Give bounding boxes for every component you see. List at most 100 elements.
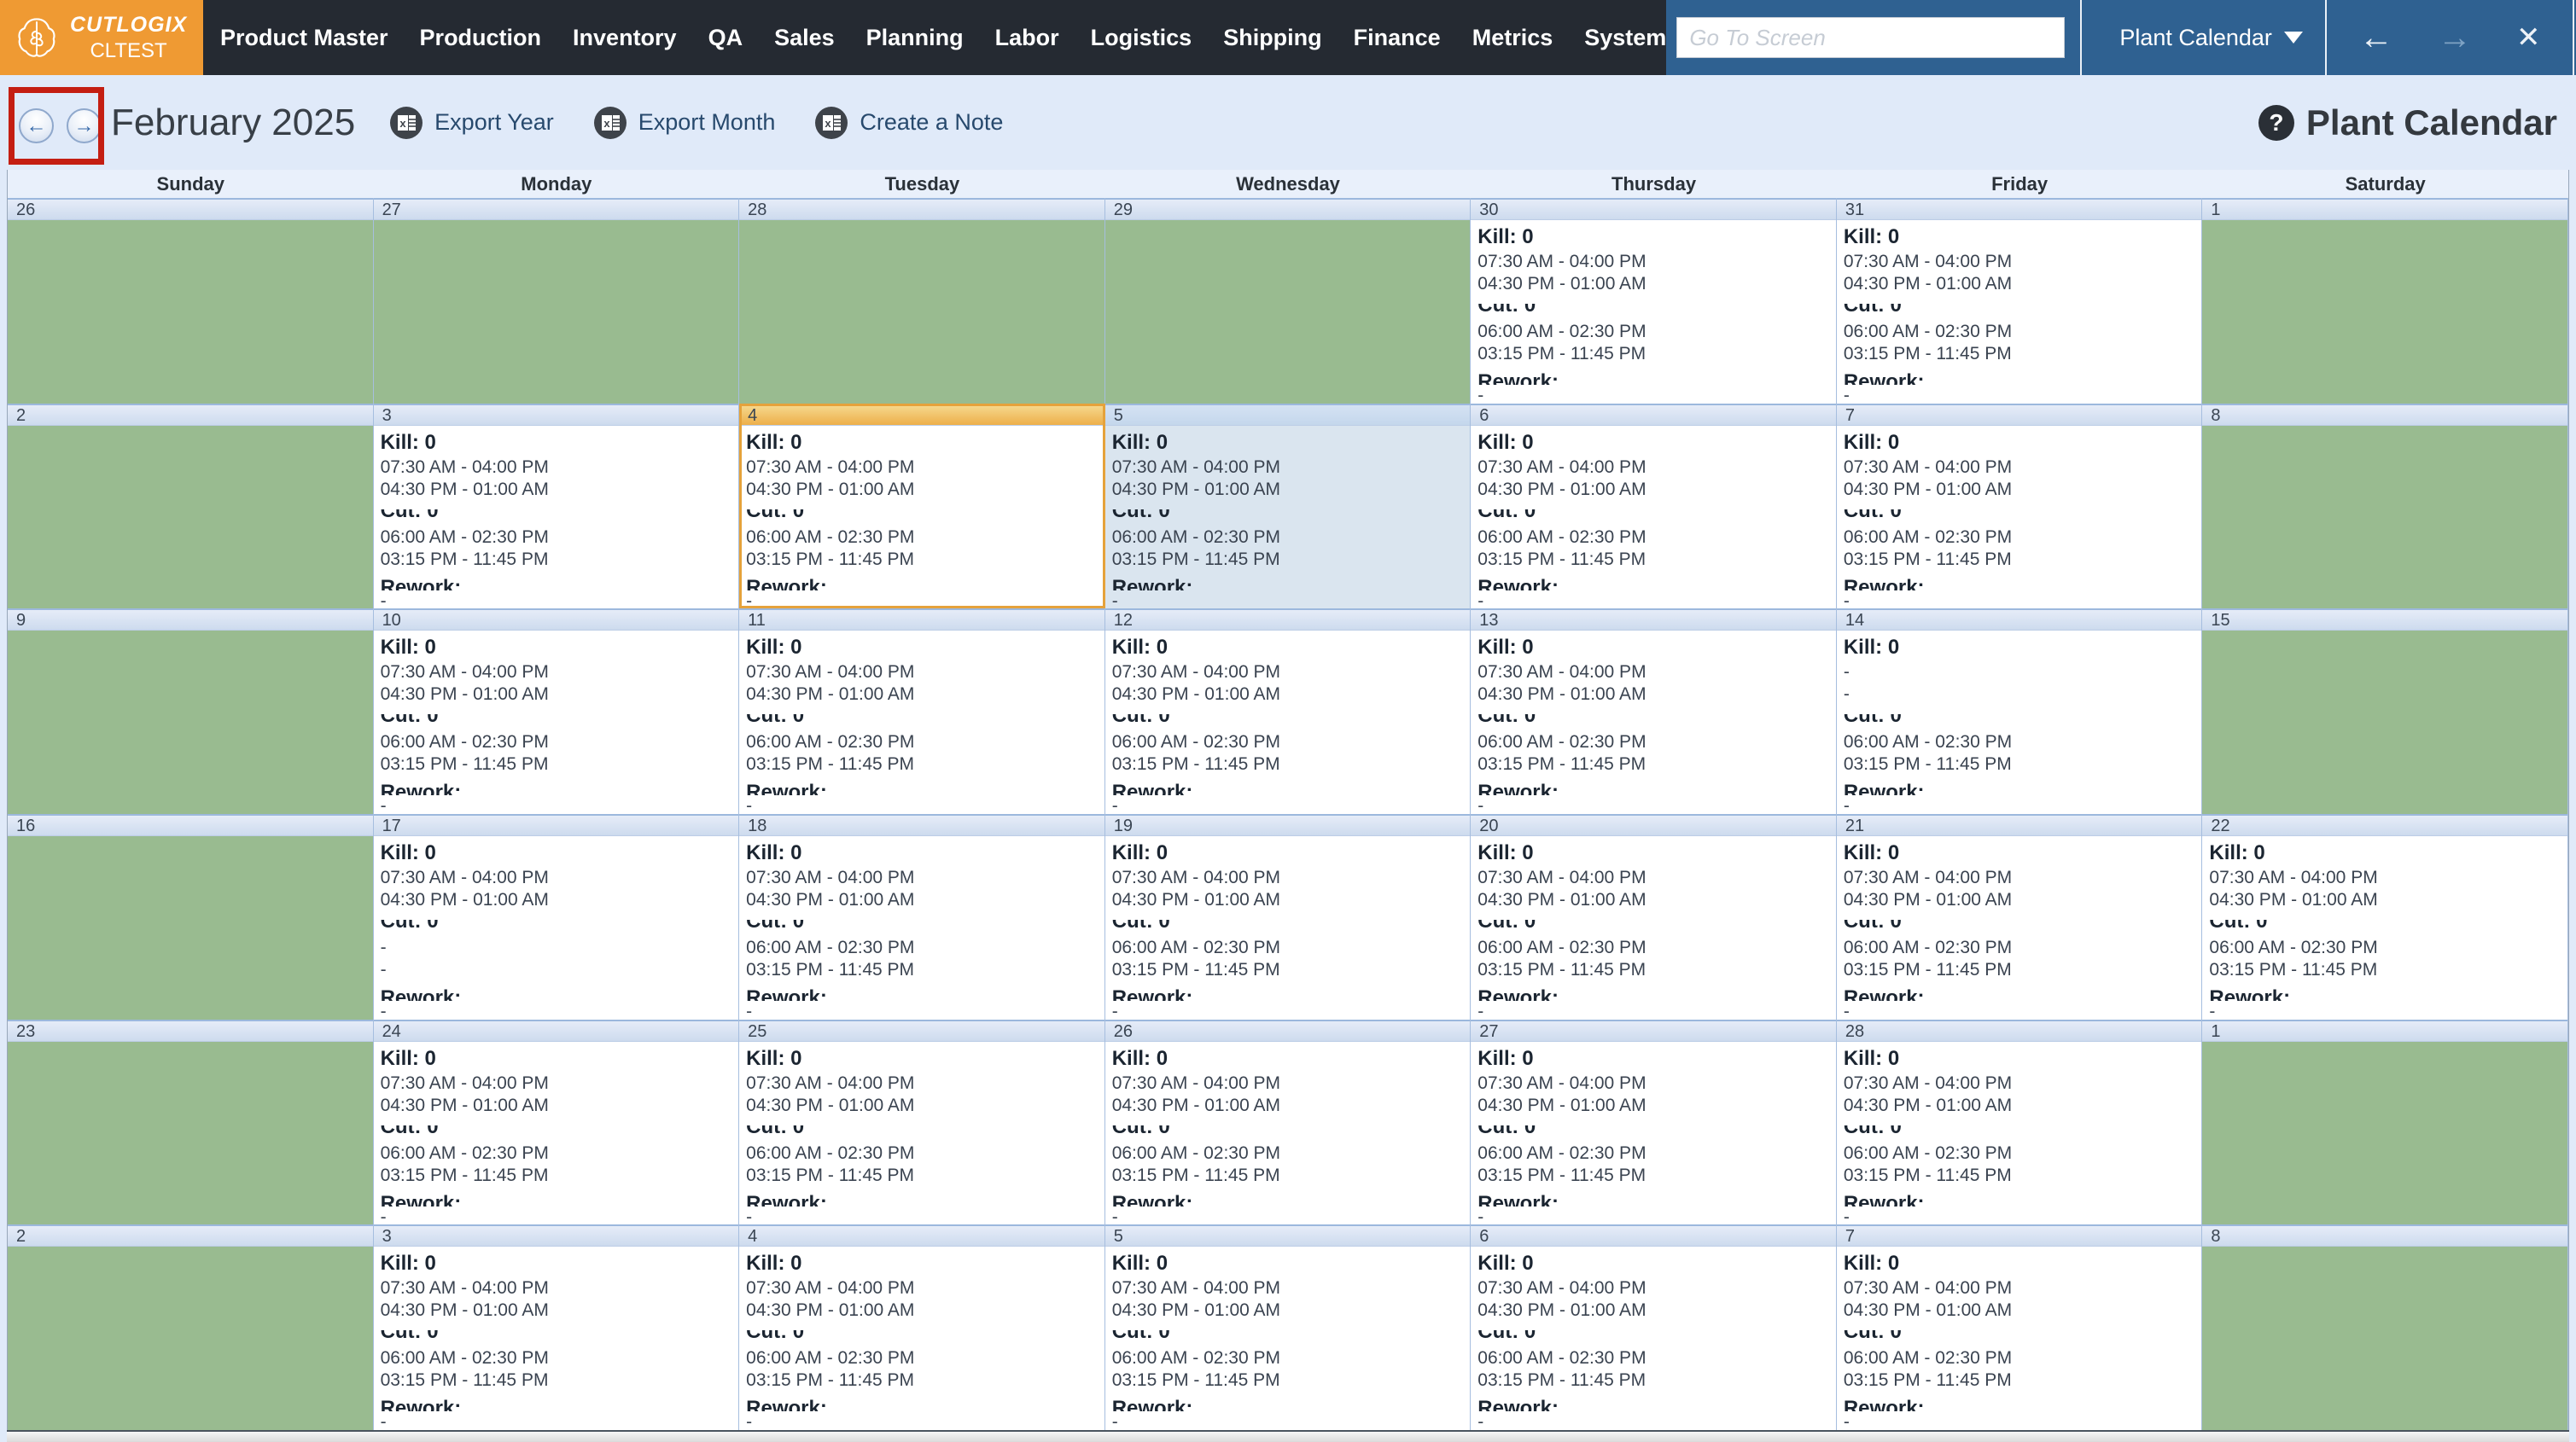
export-year-button[interactable]: x Export Year <box>389 106 554 140</box>
rework-section-label: Rework: <box>1477 986 1831 1001</box>
day-body: Kill: 0 07:30 AM - 04:00 PM 04:30 PM - 01:… <box>1471 225 1836 404</box>
menu-item-finance[interactable]: Finance <box>1354 25 1441 51</box>
calendar-day-cell[interactable]: 16 <box>8 814 374 1020</box>
calendar-day-cell[interactable]: 30 Kill: 0 07:30 AM - 04:00 PM 04:30 PM - 0… <box>1471 198 1837 404</box>
calendar-day-cell[interactable]: 12 Kill: 0 07:30 AM - 04:00 PM 04:30 PM - 0… <box>1104 608 1472 814</box>
kill-section-label: Kill: 0 <box>746 841 802 864</box>
calendar-day-cell[interactable]: 3 Kill: 0 07:30 AM - 04:00 PM 04:30 PM - 01… <box>373 1224 740 1430</box>
calendar-day-cell[interactable]: 7 Kill: 0 07:30 AM - 04:00 PM 04:30 PM - 01… <box>1836 1224 2203 1430</box>
day-header-strip: 25 <box>739 1019 1104 1042</box>
page-title: Plant Calendar <box>2305 102 2557 142</box>
menu-item-product-master[interactable]: Product Master <box>220 25 388 51</box>
history-forward-icon[interactable]: → <box>2438 20 2472 55</box>
calendar-day-cell[interactable]: 15 <box>2202 608 2568 814</box>
menu-item-inventory[interactable]: Inventory <box>573 25 677 51</box>
kill-shift-time: 04:30 PM - 01:00 AM <box>746 1095 915 1115</box>
day-number: 12 <box>1113 611 1133 631</box>
export-month-button[interactable]: x Export Month <box>593 106 775 140</box>
calendar-day-cell[interactable]: 28 Kill: 0 07:30 AM - 04:00 PM 04:30 PM - 0… <box>1836 1019 2203 1225</box>
calendar-day-cell[interactable]: 22 Kill: 0 07:30 AM - 04:00 PM 04:30 PM - 0… <box>2202 814 2568 1020</box>
menu-item-metrics[interactable]: Metrics <box>1472 25 1553 51</box>
horizontal-scrollbar[interactable] <box>7 1430 2569 1442</box>
menu-item-labor[interactable]: Labor <box>995 25 1059 51</box>
calendar-day-cell[interactable]: 20 Kill: 0 07:30 AM - 04:00 PM 04:30 PM - 0… <box>1471 814 1837 1020</box>
calendar-day-cell[interactable]: 23 <box>8 1019 374 1225</box>
kill-shift-time: 07:30 AM - 04:00 PM <box>746 662 915 683</box>
calendar-day-cell[interactable]: 6 Kill: 0 07:30 AM - 04:00 PM 04:30 PM - 01… <box>1471 403 1837 609</box>
calendar-day-cell[interactable]: 2 <box>8 403 374 609</box>
rework-label-text: Rework: <box>1477 370 1559 385</box>
kill-section-label: Kill: 0 <box>746 1252 802 1276</box>
menu-item-shipping[interactable]: Shipping <box>1223 25 1321 51</box>
kill-section-label: Kill: 0 <box>1111 430 1169 454</box>
cut-section-label: Cut: 0 <box>746 920 1099 937</box>
menu-item-logistics[interactable]: Logistics <box>1091 25 1192 51</box>
calendar-day-cell[interactable]: 28 <box>739 198 1105 404</box>
menu-item-sales[interactable]: Sales <box>774 25 835 51</box>
calendar-day-cell[interactable]: 6 Kill: 0 07:30 AM - 04:00 PM 04:30 PM - 01… <box>1471 1224 1837 1430</box>
calendar-day-cell[interactable]: 24 Kill: 0 07:30 AM - 04:00 PM 04:30 PM - 0… <box>373 1019 740 1225</box>
menu-item-system[interactable]: System <box>1584 25 1666 51</box>
calendar-day-cell[interactable]: 5 Kill: 0 07:30 AM - 04:00 PM 04:30 PM - 01… <box>1104 403 1472 609</box>
day-number: 3 <box>382 405 392 425</box>
rework-value: - <box>1843 1412 1850 1430</box>
help-icon[interactable]: ? <box>2258 104 2294 141</box>
menu-item-planning[interactable]: Planning <box>866 25 964 51</box>
calendar-day-cell[interactable]: 1 <box>2202 1019 2568 1225</box>
rework-value: - <box>1843 590 1850 609</box>
calendar-day-cell[interactable]: 29 <box>1104 198 1472 404</box>
next-month-button[interactable]: → <box>67 108 102 143</box>
create-note-button[interactable]: x Create a Note <box>814 106 1003 140</box>
day-header-strip: 21 <box>1836 814 2202 836</box>
calendar-day-cell[interactable]: 1 <box>2202 198 2568 404</box>
menu-item-qa[interactable]: QA <box>708 25 743 51</box>
calendar-day-cell[interactable]: 7 Kill: 0 07:30 AM - 04:00 PM 04:30 PM - 01… <box>1836 403 2203 609</box>
menu-item-production[interactable]: Production <box>420 25 542 51</box>
calendar-day-cell[interactable]: 21 Kill: 0 07:30 AM - 04:00 PM 04:30 PM - 0… <box>1836 814 2203 1020</box>
cut-section-label: Cut: 0 <box>1112 714 1466 731</box>
calendar-day-cell[interactable]: 18 Kill: 0 07:30 AM - 04:00 PM 04:30 PM - 0… <box>739 814 1105 1020</box>
calendar-day-cell[interactable]: 4 Kill: 0 07:30 AM - 04:00 PM 04:30 PM - 01… <box>739 1224 1105 1430</box>
calendar-day-cell[interactable]: 9 <box>8 608 374 814</box>
go-to-screen-input[interactable] <box>1676 17 2066 58</box>
calendar-day-cell[interactable]: 17 Kill: 0 07:30 AM - 04:00 PM 04:30 PM - 0… <box>373 814 740 1020</box>
kill-shift-time: 07:30 AM - 04:00 PM <box>746 1073 915 1093</box>
rework-value: - <box>1477 1207 1484 1225</box>
calendar-day-cell[interactable]: 8 <box>2202 1224 2568 1430</box>
screen-selector-dropdown[interactable]: Plant Calendar <box>2097 25 2325 51</box>
calendar-day-cell[interactable]: 11 Kill: 0 07:30 AM - 04:00 PM 04:30 PM - 0… <box>739 608 1105 814</box>
cut-shift-time: 03:15 PM - 11:45 PM <box>1843 754 2012 775</box>
calendar-day-cell[interactable]: 27 <box>373 198 740 404</box>
day-header-strip: 9 <box>8 608 373 631</box>
calendar-day-cell[interactable]: 4 Kill: 0 07:30 AM - 04:00 PM 04:30 PM - 01… <box>739 403 1105 609</box>
kill-shift-time: 07:30 AM - 04:00 PM <box>1111 456 1280 477</box>
cut-shift-time: 03:15 PM - 11:45 PM <box>1477 1165 1646 1185</box>
cut-section-label: Cut: 0 <box>1477 920 1831 937</box>
cut-section-label: Cut: 0 <box>381 1125 734 1143</box>
calendar-day-cell[interactable]: 26 <box>8 198 374 404</box>
calendar-day-cell[interactable]: 5 Kill: 0 07:30 AM - 04:00 PM 04:30 PM - 01… <box>1104 1224 1472 1430</box>
rework-section-label: Rework: <box>2209 986 2562 1001</box>
rework-label-text: Rework: <box>380 986 462 1001</box>
history-back-icon[interactable]: ← <box>2359 20 2393 55</box>
calendar-day-cell[interactable]: 8 <box>2202 403 2568 609</box>
calendar-day-cell[interactable]: 27 Kill: 0 07:30 AM - 04:00 PM 04:30 PM - 0… <box>1471 1019 1837 1225</box>
calendar-day-cell[interactable]: 26 Kill: 0 07:30 AM - 04:00 PM 04:30 PM - 0… <box>1104 1019 1472 1225</box>
calendar-day-cell[interactable]: 3 Kill: 0 07:30 AM - 04:00 PM 04:30 PM - 01… <box>373 403 740 609</box>
calendar-day-cell[interactable]: 10 Kill: 0 07:30 AM - 04:00 PM 04:30 PM - 0… <box>373 608 740 814</box>
calendar-day-cell[interactable]: 19 Kill: 0 07:30 AM - 04:00 PM 04:30 PM - 0… <box>1104 814 1472 1020</box>
calendar-day-cell[interactable]: 13 Kill: 0 07:30 AM - 04:00 PM 04:30 PM - 0… <box>1471 608 1837 814</box>
kill-section-label: Kill: 0 <box>1843 430 1900 454</box>
day-body: Kill: 0 07:30 AM - 04:00 PM 04:30 PM - 01:… <box>2202 841 2567 1020</box>
rework-value: - <box>746 1002 753 1020</box>
calendar-day-cell[interactable]: 25 Kill: 0 07:30 AM - 04:00 PM 04:30 PM - 0… <box>739 1019 1105 1225</box>
calendar-day-cell[interactable]: 14 Kill: 0- - Cut: 0 06:00 AM - 02:30 PM 03:1… <box>1836 608 2203 814</box>
svg-text:x: x <box>603 117 610 130</box>
previous-month-button[interactable]: ← <box>19 108 54 143</box>
rework-value: - <box>1477 1002 1484 1020</box>
rework-section-label: Rework: <box>1112 576 1466 590</box>
calendar-day-cell[interactable]: 31 Kill: 0 07:30 AM - 04:00 PM 04:30 PM - 0… <box>1836 198 2203 404</box>
calendar-day-cell[interactable]: 2 <box>8 1224 374 1430</box>
close-icon[interactable]: ✕ <box>2516 23 2541 52</box>
day-body: Kill: 0 07:30 AM - 04:00 PM 04:30 PM - 01:… <box>1471 636 1836 814</box>
